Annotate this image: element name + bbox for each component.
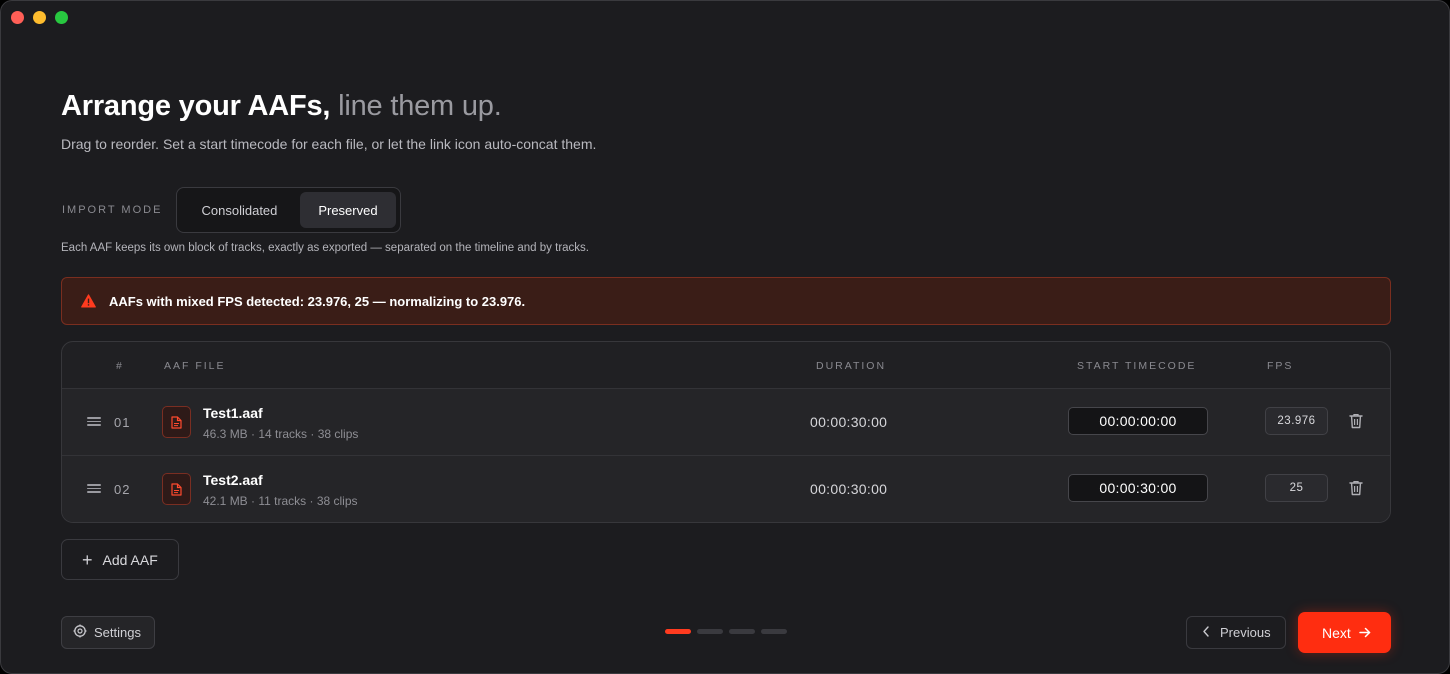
table-header: # AAF FILE DURATION START TIMECODE FPS xyxy=(62,342,1390,389)
row-index: 02 xyxy=(114,482,131,497)
start-timecode-input[interactable] xyxy=(1068,474,1208,502)
header-index: # xyxy=(116,360,124,372)
step-dot xyxy=(697,629,723,634)
table-row[interactable]: 02 Test2.aaf 42.1 MB · 11 tracks · 38 cl… xyxy=(62,456,1390,522)
next-label: Next xyxy=(1322,624,1351,641)
maximize-window-button[interactable] xyxy=(55,11,68,24)
file-meta: 46.3 MB · 14 tracks · 38 clips xyxy=(203,427,359,441)
plus-icon: + xyxy=(82,549,93,570)
previous-label: Previous xyxy=(1220,625,1271,640)
aaf-table: # AAF FILE DURATION START TIMECODE FPS 0… xyxy=(61,341,1391,523)
warning-triangle-icon xyxy=(81,293,97,309)
mixed-fps-alert: AAFs with mixed FPS detected: 23.976, 25… xyxy=(61,277,1391,325)
page-subtitle: Drag to reorder. Set a start timecode fo… xyxy=(61,136,597,152)
next-button[interactable]: Next xyxy=(1298,612,1391,653)
minimize-window-button[interactable] xyxy=(33,11,46,24)
alert-message: AAFs with mixed FPS detected: 23.976, 25… xyxy=(109,293,526,309)
import-mode-preserved[interactable]: Preserved xyxy=(299,192,396,228)
header-start-timecode: START TIMECODE xyxy=(1077,360,1197,372)
gear-icon xyxy=(73,624,87,641)
add-aaf-button[interactable]: + Add AAF xyxy=(61,539,179,580)
file-meta: 42.1 MB · 11 tracks · 38 clips xyxy=(203,494,358,508)
file-name: Test2.aaf xyxy=(203,472,263,488)
trash-icon[interactable] xyxy=(1349,480,1363,496)
close-window-button[interactable] xyxy=(11,11,24,24)
page-title-main: Arrange your AAFs, xyxy=(61,90,331,122)
settings-label: Settings xyxy=(94,625,141,640)
file-name: Test1.aaf xyxy=(203,405,263,421)
fps-select[interactable]: 25 xyxy=(1265,474,1328,502)
step-dot-active xyxy=(665,629,691,634)
app-window: Arrange your AAFs, line them up. Drag to… xyxy=(0,0,1450,674)
chevron-left-icon xyxy=(1202,625,1210,640)
table-row[interactable]: 01 Test1.aaf 46.3 MB · 14 tracks · 38 cl… xyxy=(62,389,1390,456)
duration-value: 00:00:30:00 xyxy=(810,481,888,497)
settings-button[interactable]: Settings xyxy=(61,616,155,649)
duration-value: 00:00:30:00 xyxy=(810,414,888,430)
file-icon xyxy=(162,406,191,438)
step-dot xyxy=(761,629,787,634)
arrow-right-icon xyxy=(1359,625,1371,641)
import-mode-toggle: Consolidated Preserved xyxy=(176,187,401,233)
start-timecode-input[interactable] xyxy=(1068,407,1208,435)
page-title-muted: line them up. xyxy=(338,90,502,122)
page-title: Arrange your AAFs, line them up. xyxy=(61,90,502,123)
add-aaf-label: Add AAF xyxy=(102,551,158,568)
previous-button[interactable]: Previous xyxy=(1186,616,1286,649)
import-mode-consolidated[interactable]: Consolidated xyxy=(181,192,298,228)
header-aaf-file: AAF FILE xyxy=(164,360,226,372)
import-mode-description: Each AAF keeps its own block of tracks, … xyxy=(61,242,589,254)
step-dot xyxy=(729,629,755,634)
drag-handle-icon[interactable] xyxy=(87,417,101,426)
file-icon xyxy=(162,473,191,505)
trash-icon[interactable] xyxy=(1349,413,1363,429)
header-fps: FPS xyxy=(1267,360,1294,372)
import-mode-label: IMPORT MODE xyxy=(62,204,163,216)
header-duration: DURATION xyxy=(816,360,887,372)
row-index: 01 xyxy=(114,415,131,430)
fps-select[interactable]: 23.976 xyxy=(1265,407,1328,435)
window-controls xyxy=(11,11,68,24)
drag-handle-icon[interactable] xyxy=(87,484,101,493)
step-indicator xyxy=(665,629,787,634)
